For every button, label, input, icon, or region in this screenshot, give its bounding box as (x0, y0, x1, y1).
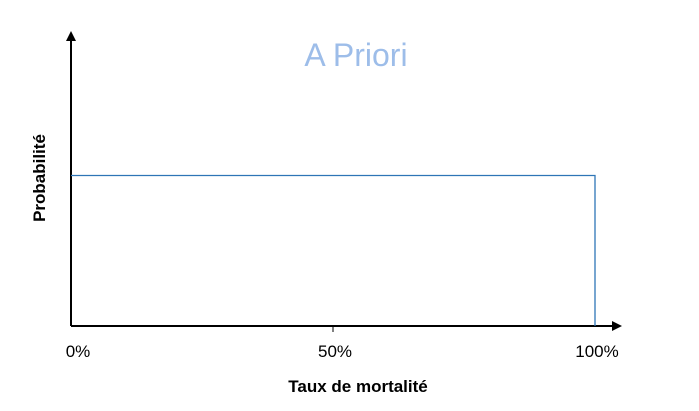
series-line (71, 174, 596, 326)
series-group (71, 174, 596, 326)
y-axis-label: Probabilité (30, 134, 49, 222)
x-tick-label: 50% (318, 342, 352, 361)
x-axis-label: Taux de mortalité (288, 377, 428, 396)
chart-title: A Priori (304, 37, 407, 73)
x-tick-label: 0% (66, 342, 91, 361)
x-ticks: 0% 50% 100% (66, 326, 619, 361)
x-tick-label: 100% (575, 342, 618, 361)
chart: A Priori 0% 50% 100% Taux de mortalité Pro… (30, 31, 622, 396)
